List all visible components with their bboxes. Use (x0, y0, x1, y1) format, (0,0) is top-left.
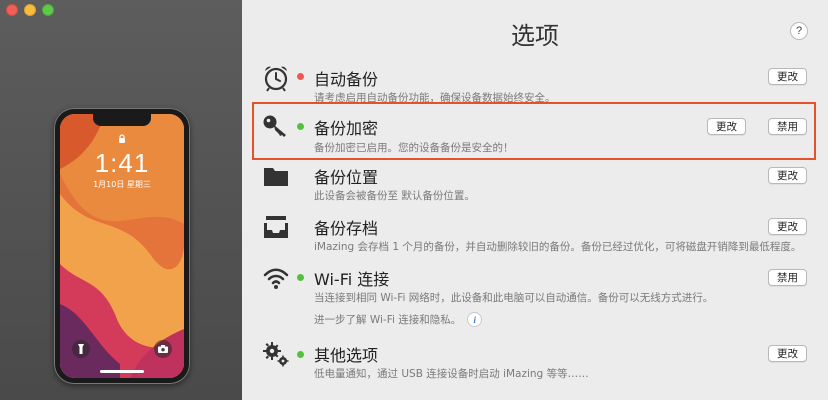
option-row-wifi-connection: Wi-Fi 连接 当连接到相同 Wi-Fi 网络时，此设备和此电脑可以自动通信。… (242, 263, 828, 333)
option-description: 当连接到相同 Wi-Fi 网络时，此设备和此电脑可以自动通信。备份可以无线方式进… (314, 292, 714, 304)
option-title: 自动备份 (314, 70, 379, 89)
home-indicator (100, 370, 144, 373)
option-title: 其他选项 (314, 346, 379, 365)
option-description: iMazing 会存档 1 个月的备份，并自动删除较旧的备份。备份已经过优化，可… (314, 241, 802, 253)
option-description: 此设备会被备份至 默认备份位置。 (314, 190, 475, 202)
camera-icon (154, 340, 172, 358)
archive-tray-icon (264, 216, 288, 238)
option-title: 备份存档 (314, 219, 379, 238)
flashlight-icon (72, 340, 90, 358)
gears-icon (263, 342, 289, 367)
zoom-window-button[interactable] (42, 4, 54, 16)
option-row-auto-backup: 自动备份 请考虑启用自动备份功能，确保设备数据始终安全。 更改 (242, 62, 828, 106)
disable-button[interactable]: 禁用 (768, 269, 807, 286)
page-title: 选项 (511, 22, 559, 50)
option-row-backup-location: 备份位置 此设备会被备份至 默认备份位置。 更改 (242, 162, 828, 206)
status-dot-green (297, 274, 304, 281)
highlight-box (252, 102, 816, 160)
folder-icon (264, 168, 288, 186)
options-pane: 选项 ? 自动备份 请考虑启用自动备份功能，确保设备数据始终安全。 更改 备份加… (242, 0, 828, 400)
iphone-device-image: 1:41 1月10日 星期三 (54, 108, 190, 384)
window-controls (6, 4, 54, 16)
lock-screen: 1:41 1月10日 星期三 (60, 114, 184, 378)
option-row-backup-archive: 备份存档 iMazing 会存档 1 个月的备份，并自动删除较旧的备份。备份已经… (242, 212, 828, 256)
info-icon[interactable]: i (467, 312, 483, 327)
change-button[interactable]: 更改 (768, 345, 807, 362)
device-pane: 1:41 1月10日 星期三 (0, 0, 242, 400)
option-row-other-options: 其他选项 低电量通知，通过 USB 连接设备时启动 iMazing 等等…… 更… (242, 340, 828, 384)
lock-icon (119, 134, 125, 143)
wifi-privacy-line: 进一步了解 Wi-Fi 连接和隐私。 i (314, 312, 483, 327)
change-button[interactable]: 更改 (768, 218, 807, 235)
option-description: 低电量通知，通过 USB 连接设备时启动 iMazing 等等…… (314, 368, 589, 380)
status-dot-green (297, 351, 304, 358)
help-button[interactable]: ? (790, 22, 808, 40)
status-dot-red (297, 73, 304, 80)
wifi-icon (263, 268, 289, 289)
phone-notch (93, 114, 151, 126)
alarm-clock-icon (264, 66, 288, 92)
learn-more-text: 进一步了解 Wi-Fi 连接和隐私。 (314, 314, 462, 326)
option-title: 备份位置 (314, 168, 379, 187)
lock-screen-date: 1月10日 星期三 (93, 180, 151, 189)
change-button[interactable]: 更改 (768, 167, 807, 184)
minimize-window-button[interactable] (24, 4, 36, 16)
option-title: Wi-Fi 连接 (314, 270, 390, 289)
change-button[interactable]: 更改 (768, 68, 807, 85)
lock-screen-time: 1:41 (94, 148, 150, 178)
close-window-button[interactable] (6, 4, 18, 16)
